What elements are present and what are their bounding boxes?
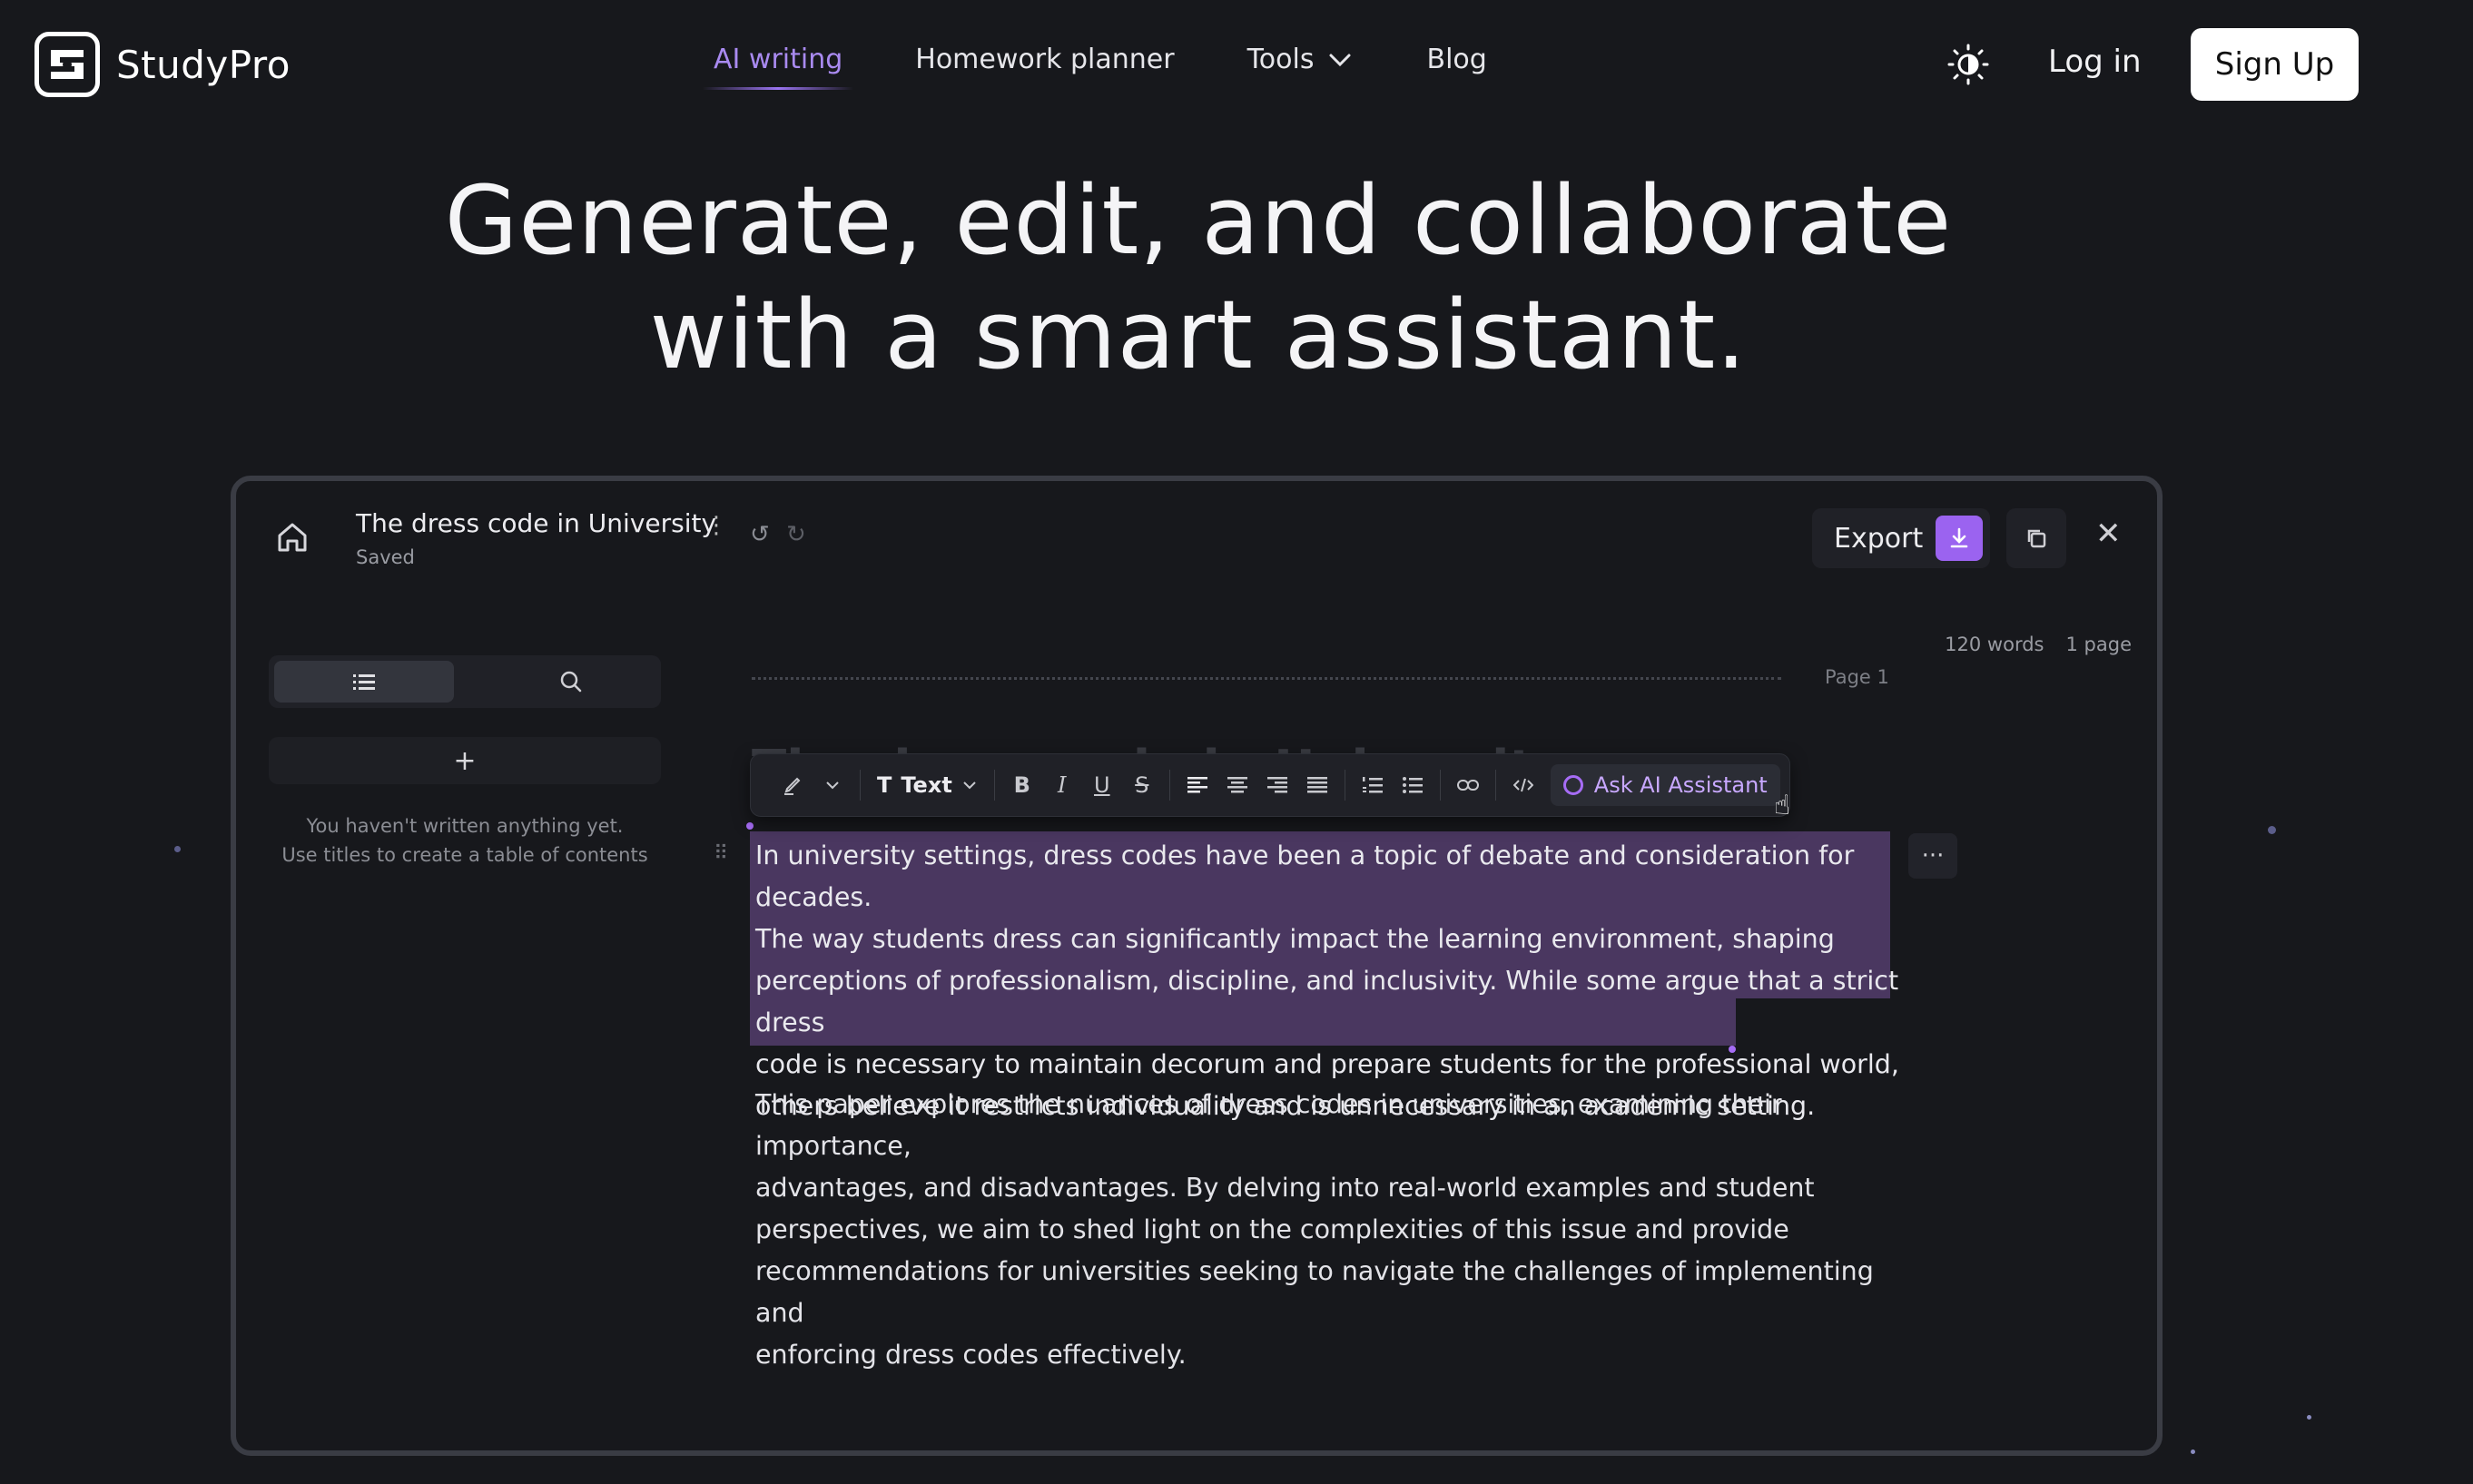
ordered-list-icon[interactable] [1353,765,1393,805]
more-vertical-icon[interactable]: ⋮ [704,512,728,539]
align-left-icon[interactable] [1177,765,1217,805]
hero-line-2: with a smart assistant. [649,280,1748,390]
list-icon [353,674,375,690]
copy-icon [2027,529,2046,548]
toc-empty-state: You haven't written anything yet. Use ti… [269,811,661,870]
hero-heading: Generate, edit, and collaborate with a s… [0,163,2397,392]
background-star [2191,1450,2195,1454]
toc-empty-line-1: You haven't written anything yet. [306,815,624,837]
search-icon [560,671,582,693]
nav-homework-planner[interactable]: Homework planner [915,44,1174,75]
format-toolbar: T Text B I U S Ask AI Assistant [750,753,1790,817]
page-divider [752,677,1781,680]
ask-ai-label: Ask AI Assistant [1593,772,1768,798]
word-count: 120 words [1945,634,2044,655]
tab-table-of-contents[interactable] [274,661,454,703]
theme-toggle-button[interactable] [1945,41,1992,88]
download-icon[interactable] [1936,516,1983,561]
align-justify-icon[interactable] [1297,765,1337,805]
home-icon [278,523,307,552]
nav-tools[interactable]: Tools [1247,44,1355,75]
redo-icon[interactable]: ↻ [786,521,806,548]
ai-icon [1562,775,1583,795]
toolbar-divider [993,770,995,801]
brand-name: StudyPro [116,42,291,87]
bullet-list-icon[interactable] [1393,765,1433,805]
home-button[interactable] [274,519,310,555]
text-style-label: Text [901,772,952,798]
tab-search[interactable] [487,661,655,703]
signup-button[interactable]: Sign Up [2191,28,2359,101]
save-status: Saved [356,546,415,568]
toolbar-divider [860,770,861,801]
main-nav: AI writing Homework planner Tools Blog [702,44,1560,90]
toc-empty-line-2: Use titles to create a table of contents [281,844,648,866]
nav-ai-writing[interactable]: AI writing [702,44,854,90]
chevron-down-icon [1329,54,1351,66]
bold-icon[interactable]: B [1002,765,1042,805]
drag-handle-icon[interactable]: ⠿ [714,842,728,865]
document-title[interactable]: The dress code in University [356,508,716,538]
link-icon[interactable] [1448,765,1488,805]
undo-icon[interactable]: ↺ [750,521,770,548]
toolbar-divider [1439,770,1441,801]
text-style-dropdown[interactable]: T Text [868,772,987,798]
copy-button[interactable] [2006,508,2066,568]
text-type-icon: T [877,772,892,798]
hero-line-1: Generate, edit, and collaborate [444,165,1953,276]
export-button[interactable]: Export [1812,508,1990,568]
more-horizontal-icon[interactable]: ··· [1908,833,1957,879]
highlighter-icon[interactable] [773,765,813,805]
page-label: Page 1 [1825,666,1889,688]
align-right-icon[interactable] [1257,765,1297,805]
pointer-cursor-icon: ☝ [1774,790,1791,821]
export-label: Export [1834,522,1924,555]
theme-toggle-icon [1947,44,1989,85]
paragraph[interactable]: This paper explores the nuances of dress… [755,1084,1908,1376]
brand-logo[interactable]: StudyPro [34,32,291,97]
selection-handle-start[interactable] [746,822,754,830]
ask-ai-button[interactable]: Ask AI Assistant [1550,764,1780,806]
align-center-icon[interactable] [1217,765,1257,805]
plus-icon: + [453,744,477,777]
toolbar-divider [1168,770,1170,801]
sidebar-tabs [269,655,661,708]
editor-window: The dress code in University ⋮ Saved ↺ ↻… [231,476,2163,1456]
add-section-button[interactable]: + [269,737,661,784]
toolbar-divider [1494,770,1496,801]
underline-icon[interactable]: U [1082,765,1122,805]
background-star [2307,1415,2311,1420]
close-icon[interactable]: ✕ [2095,516,2122,552]
nav-tools-label: Tools [1246,44,1315,75]
strikethrough-icon[interactable]: S [1122,765,1162,805]
nav-blog[interactable]: Blog [1426,44,1486,75]
login-link[interactable]: Log in [2048,44,2142,80]
page-count: 1 page [2065,634,2133,655]
document-stats: 120 words 1 page [1945,634,2132,655]
chevron-down-icon[interactable] [813,765,852,805]
code-icon[interactable] [1503,765,1543,805]
chevron-down-icon [963,781,976,790]
logo-icon [34,32,100,97]
background-star [2268,826,2276,834]
background-star [174,846,181,852]
italic-icon[interactable]: I [1042,765,1082,805]
